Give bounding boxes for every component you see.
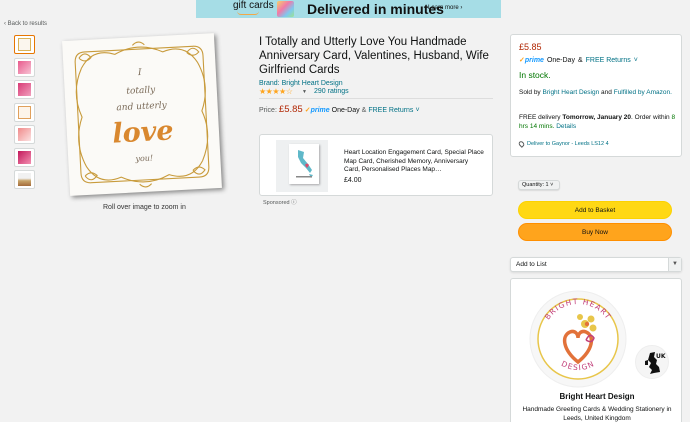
stock-status: In stock.: [519, 70, 551, 80]
thumbnail-7[interactable]: [14, 170, 35, 189]
amp-text: &: [361, 107, 367, 114]
svg-text:you!: you!: [134, 153, 153, 163]
sold-by-line: Sold by Bright Heart Design and Fulfille…: [519, 88, 679, 97]
svg-text:totally: totally: [126, 85, 156, 97]
chevron-down-icon[interactable]: ▼: [668, 258, 681, 271]
uk-map-icon: UK: [645, 352, 666, 374]
rating-stars-icon[interactable]: ★★★★☆: [259, 87, 293, 96]
prime-badge-icon: ✓prime: [519, 57, 544, 64]
map-card-image: [289, 144, 319, 184]
buybox-price: £5.85: [519, 42, 542, 52]
quantity-select[interactable]: Quantity: 1 ˅: [518, 180, 560, 190]
sponsored-label[interactable]: Sponsored ⓘ: [263, 198, 297, 206]
sponsored-product-image[interactable]: [276, 140, 328, 192]
delivery-date: Tomorrow, January 20: [562, 114, 631, 121]
zoom-hint: Roll over image to zoom in: [103, 204, 186, 211]
svg-text:UK: UK: [656, 353, 666, 360]
thumbnail-6[interactable]: [14, 147, 35, 167]
sponsored-product-price: £4.00: [344, 177, 362, 184]
svg-text:I: I: [137, 68, 143, 78]
buy-now-button[interactable]: Buy Now: [518, 223, 672, 241]
brand-description: Handmade Greeting Cards & Wedding Statio…: [522, 406, 672, 422]
price-label: Price:: [259, 107, 277, 114]
one-day-label: One-Day: [331, 107, 360, 114]
and-text: and: [601, 89, 612, 96]
delivery-line: FREE delivery Tomorrow, January 20. Orde…: [519, 113, 679, 131]
back-to-results-link[interactable]: ‹ Back to results: [4, 21, 47, 27]
order-within-text: . Order within: [631, 114, 670, 121]
banner-headline: Delivered in minutes: [307, 1, 444, 17]
thumbnail-4[interactable]: [14, 102, 35, 122]
svg-text:love: love: [112, 115, 175, 149]
italy-map-icon: [296, 150, 313, 178]
chevron-down-icon[interactable]: ˅: [415, 107, 419, 114]
sponsored-product-card[interactable]: Heart Location Engagement Card, Special …: [259, 134, 493, 196]
delivery-prefix: FREE delivery: [519, 114, 561, 121]
location-pin-icon: [517, 140, 526, 148]
chevron-down-icon[interactable]: ▼: [302, 89, 307, 95]
banner-learn-more-link[interactable]: Learn more ›: [428, 5, 462, 11]
thumbnail-3[interactable]: [14, 80, 35, 99]
main-product-image[interactable]: I totally and utterly love you!: [62, 33, 222, 196]
svg-text:and utterly: and utterly: [116, 101, 168, 114]
amp-text: &: [577, 57, 583, 64]
add-to-basket-button[interactable]: Add to Basket: [518, 201, 672, 219]
uk-badge: UK: [635, 345, 669, 379]
divider: [259, 98, 493, 99]
ratings-count-link[interactable]: 290 ratings: [314, 88, 349, 95]
deliver-to-text[interactable]: Deliver to Gaynor - Leeds LS12 4: [527, 141, 609, 147]
brand-link[interactable]: Brand: Bright Heart Design: [259, 80, 343, 87]
price-line: Price: £5.85 ✓prime One-Day & FREE Retur…: [259, 104, 420, 115]
brand-store-card[interactable]: BRIGHT HEART DESIGN UK Bright Heart Desi…: [510, 278, 682, 422]
delivery-details-link[interactable]: Details: [556, 123, 576, 130]
amazon-smile-icon: [237, 11, 259, 15]
add-to-list-button[interactable]: Add to List ▼: [510, 257, 682, 272]
product-title: I Totally and Utterly Love You Handmade …: [259, 36, 489, 76]
deliver-to-location[interactable]: Deliver to Gaynor - Leeds LS12 4: [517, 140, 609, 148]
brand-logo[interactable]: BRIGHT HEART DESIGN: [523, 284, 633, 390]
one-day-label: One-Day: [546, 57, 575, 64]
chevron-down-icon[interactable]: ˅: [634, 57, 638, 64]
prime-badge-icon: ✓prime: [304, 107, 330, 114]
sold-by-prefix: Sold by: [519, 89, 541, 96]
buy-box: £5.85 ✓prime One-Day & FREE Returns ˅ In…: [510, 34, 682, 157]
sponsored-product-title[interactable]: Heart Location Engagement Card, Special …: [344, 149, 484, 175]
free-returns-link[interactable]: FREE Returns: [368, 107, 413, 114]
thumbnail-5[interactable]: [14, 125, 35, 144]
free-returns-link[interactable]: FREE Returns: [586, 57, 631, 64]
buybox-prime-line: ✓prime One-Day & FREE Returns ˅: [519, 56, 638, 64]
thumbnail-2[interactable]: [14, 57, 35, 77]
gift-cards-banner[interactable]: gift cards Delivered in minutes Learn mo…: [196, 0, 501, 18]
fulfilled-by-amazon-link[interactable]: Fulfilled by Amazon.: [614, 89, 672, 96]
card-artwork: I totally and utterly love you!: [74, 41, 210, 188]
brand-name[interactable]: Bright Heart Design: [511, 392, 683, 401]
add-to-list-label: Add to List: [516, 261, 547, 268]
chevron-down-icon: ˅: [550, 182, 554, 188]
seller-link[interactable]: Bright Heart Design: [543, 89, 600, 96]
product-price: £5.85: [278, 104, 303, 115]
banner-gift-cards-text: gift cards: [233, 0, 274, 11]
gift-card-image: [277, 1, 294, 17]
thumbnail-1[interactable]: [14, 35, 35, 54]
thumbnail-strip: [14, 35, 35, 193]
